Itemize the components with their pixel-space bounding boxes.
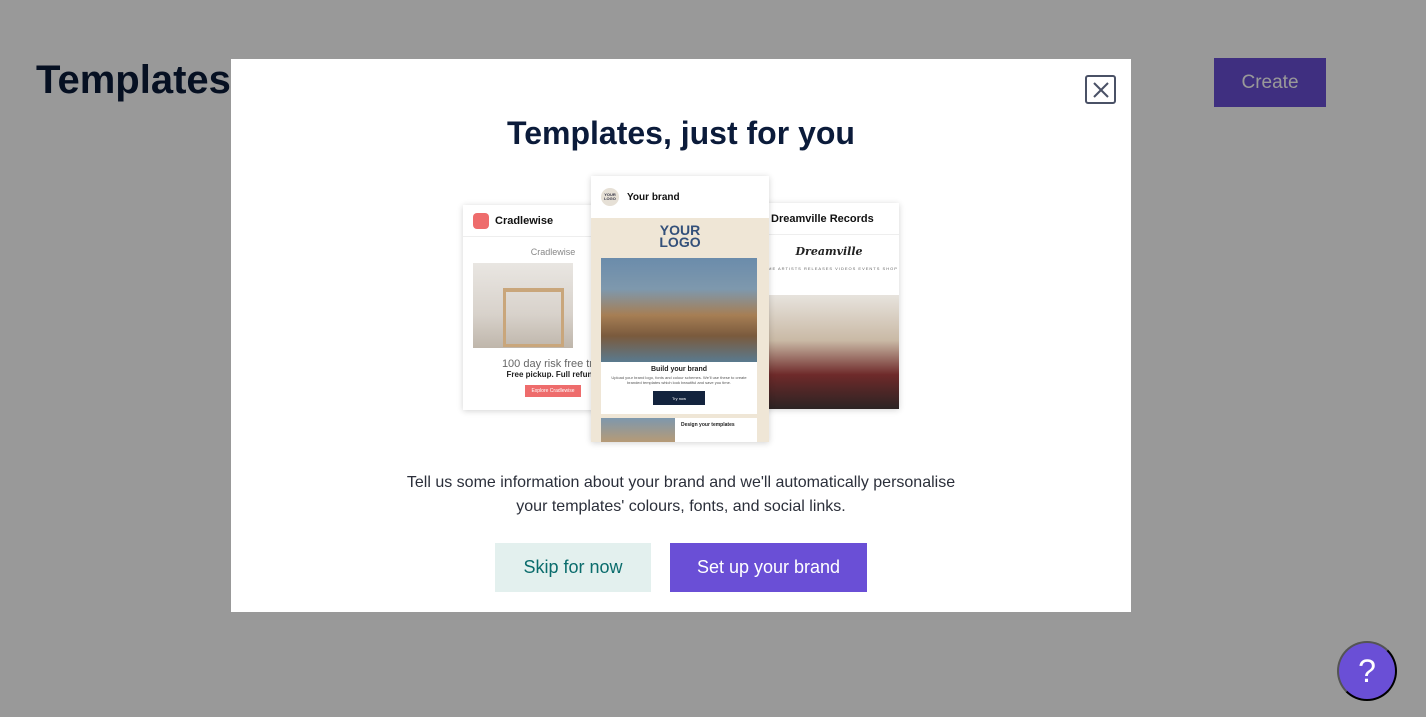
modal-description: Tell us some information about your bran…: [401, 471, 961, 519]
your-logo-placeholder: YOUR LOGO: [591, 223, 769, 250]
preview-bottom-strip: Design your templates: [601, 418, 757, 442]
preview-header: Dreamville Records: [759, 203, 899, 235]
preview-design-title: Design your templates: [681, 422, 735, 428]
preview-logo-text: Dreamville: [795, 245, 863, 258]
group-photo-image: [759, 295, 899, 409]
coast-image: [601, 258, 757, 362]
template-preview-dreamville: Dreamville Records Dreamville HOME ARTIS…: [759, 203, 899, 409]
cradlewise-app-icon: [473, 212, 489, 229]
preview-build-text: Upload your brand logo, fonts and colour…: [611, 375, 747, 385]
logo-chip-icon: YOUR LOGO: [601, 188, 619, 206]
description-line: Tell us some information about your bran…: [406, 474, 956, 491]
preview-header: YOUR LOGO Your brand: [591, 176, 769, 218]
skip-button[interactable]: Skip for now: [495, 543, 651, 592]
preview-nav-text: HOME ARTISTS RELEASES VIDEOS EVENTS SHOP: [760, 266, 898, 271]
close-button[interactable]: [1085, 75, 1116, 104]
preview-brand-name: Your brand: [627, 191, 680, 203]
preview-build-title: Build your brand: [651, 366, 707, 373]
template-preview-your-brand: YOUR LOGO Your brand YOUR LOGO Build you…: [591, 176, 769, 442]
close-icon: [1092, 81, 1109, 98]
logo-line: LOGO: [659, 234, 701, 250]
preview-brand-name: Cradlewise: [495, 214, 554, 227]
preview-content-panel: Build your brand Upload your brand logo,…: [601, 362, 757, 414]
help-button[interactable]: ?: [1337, 641, 1397, 701]
modal-title: Templates, just for you: [507, 115, 855, 151]
preview-brand-name: Dreamville Records: [771, 212, 874, 225]
brand-setup-modal: Templates, just for you Cradlewise Cradl…: [231, 59, 1131, 612]
preview-body: YOUR LOGO Build your brand Upload your b…: [591, 218, 769, 442]
coast-thumbnail-image: [601, 418, 675, 442]
preview-cta: Try now: [653, 391, 705, 405]
description-line: your templates' colours, fonts, and soci…: [516, 498, 846, 515]
preview-cta: Explore Cradlewise: [525, 385, 581, 397]
crib-image: [473, 263, 573, 348]
setup-brand-button[interactable]: Set up your brand: [670, 543, 867, 592]
